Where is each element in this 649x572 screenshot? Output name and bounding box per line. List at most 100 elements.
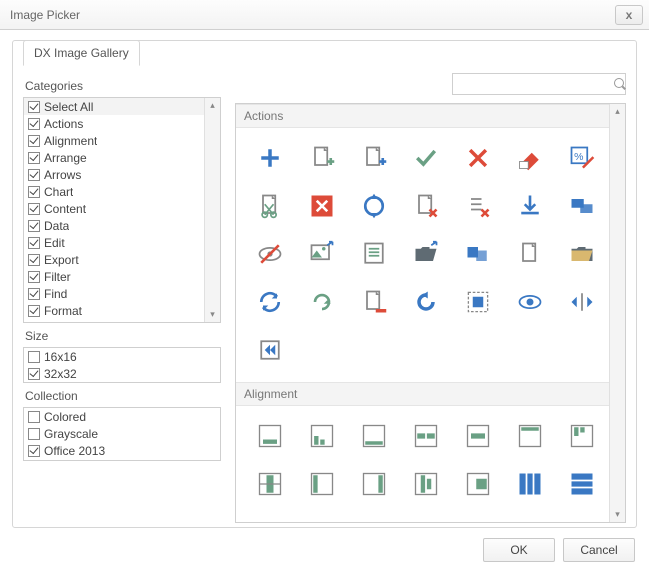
cancel-button[interactable]: Cancel [563,538,635,562]
categories-list[interactable]: ▴ ▾ Select AllActionsAlignmentArrangeArr… [23,97,221,323]
new-file-icon[interactable] [298,136,346,180]
align-bottom-right-icon[interactable] [350,414,398,458]
sync-icon[interactable] [246,280,294,324]
list-item[interactable]: Colored [24,408,220,425]
list-item[interactable]: Filter [24,268,204,285]
checkbox[interactable] [28,186,40,198]
checkbox[interactable] [28,271,40,283]
list-item[interactable]: Alignment [24,132,204,149]
scrollbar[interactable]: ▴ ▾ [204,98,220,322]
list-item[interactable]: Office 2013 [24,442,220,459]
list-item[interactable]: Actions [24,115,204,132]
list-item[interactable]: Format [24,302,204,319]
folder-icon[interactable] [558,232,606,276]
search-input[interactable] [459,77,614,91]
checkbox[interactable] [28,135,40,147]
checkbox[interactable] [28,368,40,380]
align-bottom-center-icon[interactable] [246,414,294,458]
download-icon[interactable] [506,184,554,228]
list-item[interactable]: Arrows [24,166,204,183]
insert-image-icon[interactable] [298,232,346,276]
cut-icon[interactable] [246,184,294,228]
group-header-alignment: Alignment [236,382,625,406]
list-item-label: 16x16 [44,350,77,364]
group-icon[interactable] [558,184,606,228]
close-button[interactable]: x [615,5,643,25]
stretch-icon[interactable] [246,328,294,372]
svg-text:%: % [574,151,583,163]
align-horiz-center-icon[interactable] [246,462,294,506]
list-item[interactable]: Export [24,251,204,268]
new-doc-icon[interactable] [506,232,554,276]
redo-icon[interactable] [298,280,346,324]
list-item[interactable]: 32x32 [24,365,220,382]
ok-button[interactable]: OK [483,538,555,562]
list-item[interactable]: Arrange [24,149,204,166]
align-middle-right-icon[interactable] [454,462,502,506]
icon-gallery[interactable]: ▴ ▾ Actions % Alignment [235,103,626,523]
checkbox[interactable] [28,118,40,130]
align-center-icon[interactable] [402,414,450,458]
delete-list-icon[interactable] [454,184,502,228]
list-icon[interactable] [350,232,398,276]
hide-icon[interactable] [246,232,294,276]
checkbox[interactable] [28,101,40,113]
list-item[interactable]: Edit [24,234,204,251]
titlebar: Image Picker x [0,0,649,30]
list-item[interactable]: Content [24,200,204,217]
list-item[interactable]: Select All [24,98,204,115]
close-box-icon[interactable] [298,184,346,228]
list-item[interactable]: Grayscale [24,425,220,442]
alignment-grid [236,406,625,516]
list-item-label: Colored [44,410,86,424]
collection-list[interactable]: ColoredGrayscale Office 2013 [23,407,221,461]
justify-cols-icon[interactable] [506,462,554,506]
checkbox[interactable] [28,152,40,164]
checkbox[interactable] [28,237,40,249]
open-folder-icon[interactable] [402,232,450,276]
checkbox[interactable] [28,445,40,457]
align-top-icon[interactable] [506,414,554,458]
clear-icon[interactable] [506,136,554,180]
scroll-down-icon: ▾ [615,507,620,522]
list-item[interactable]: Data [24,217,204,234]
checkbox[interactable] [28,254,40,266]
checkbox[interactable] [28,203,40,215]
select-all-icon[interactable] [454,280,502,324]
size-list[interactable]: 16x1632x32 [23,347,221,383]
merge-icon[interactable] [454,232,502,276]
checkbox[interactable] [28,305,40,317]
checkbox[interactable] [28,220,40,232]
align-left-icon[interactable] [298,462,346,506]
size-label: Size [25,329,221,343]
remove-file-icon[interactable] [350,280,398,324]
add-file-icon[interactable] [350,136,398,180]
checkbox[interactable] [28,411,40,423]
list-item[interactable]: Chart [24,183,204,200]
apply-icon[interactable] [402,136,450,180]
add-icon[interactable] [246,136,294,180]
squeeze-icon[interactable] [558,280,606,324]
checkbox[interactable] [28,288,40,300]
checkbox[interactable] [28,351,40,363]
reset-icon[interactable] [402,280,450,324]
clear-format-icon[interactable]: % [558,136,606,180]
align-middle-icon[interactable] [454,414,502,458]
checkbox[interactable] [28,428,40,440]
checkbox[interactable] [28,169,40,181]
cancel-icon[interactable] [454,136,502,180]
show-icon[interactable] [506,280,554,324]
list-item[interactable]: 16x16 [24,348,220,365]
align-top-left-icon[interactable] [558,414,606,458]
align-right-icon[interactable] [350,462,398,506]
gallery-scrollbar[interactable]: ▴ ▾ [609,104,625,522]
list-item-label: Office 2013 [44,444,105,458]
refresh-icon[interactable] [350,184,398,228]
list-item[interactable]: Find [24,285,204,302]
delete-file-icon[interactable] [402,184,450,228]
align-bottom-left-icon[interactable] [298,414,346,458]
tab-image-gallery[interactable]: DX Image Gallery [23,40,140,66]
align-vert-center-icon[interactable] [402,462,450,506]
justify-rows-icon[interactable] [558,462,606,506]
search-box[interactable] [452,73,626,95]
